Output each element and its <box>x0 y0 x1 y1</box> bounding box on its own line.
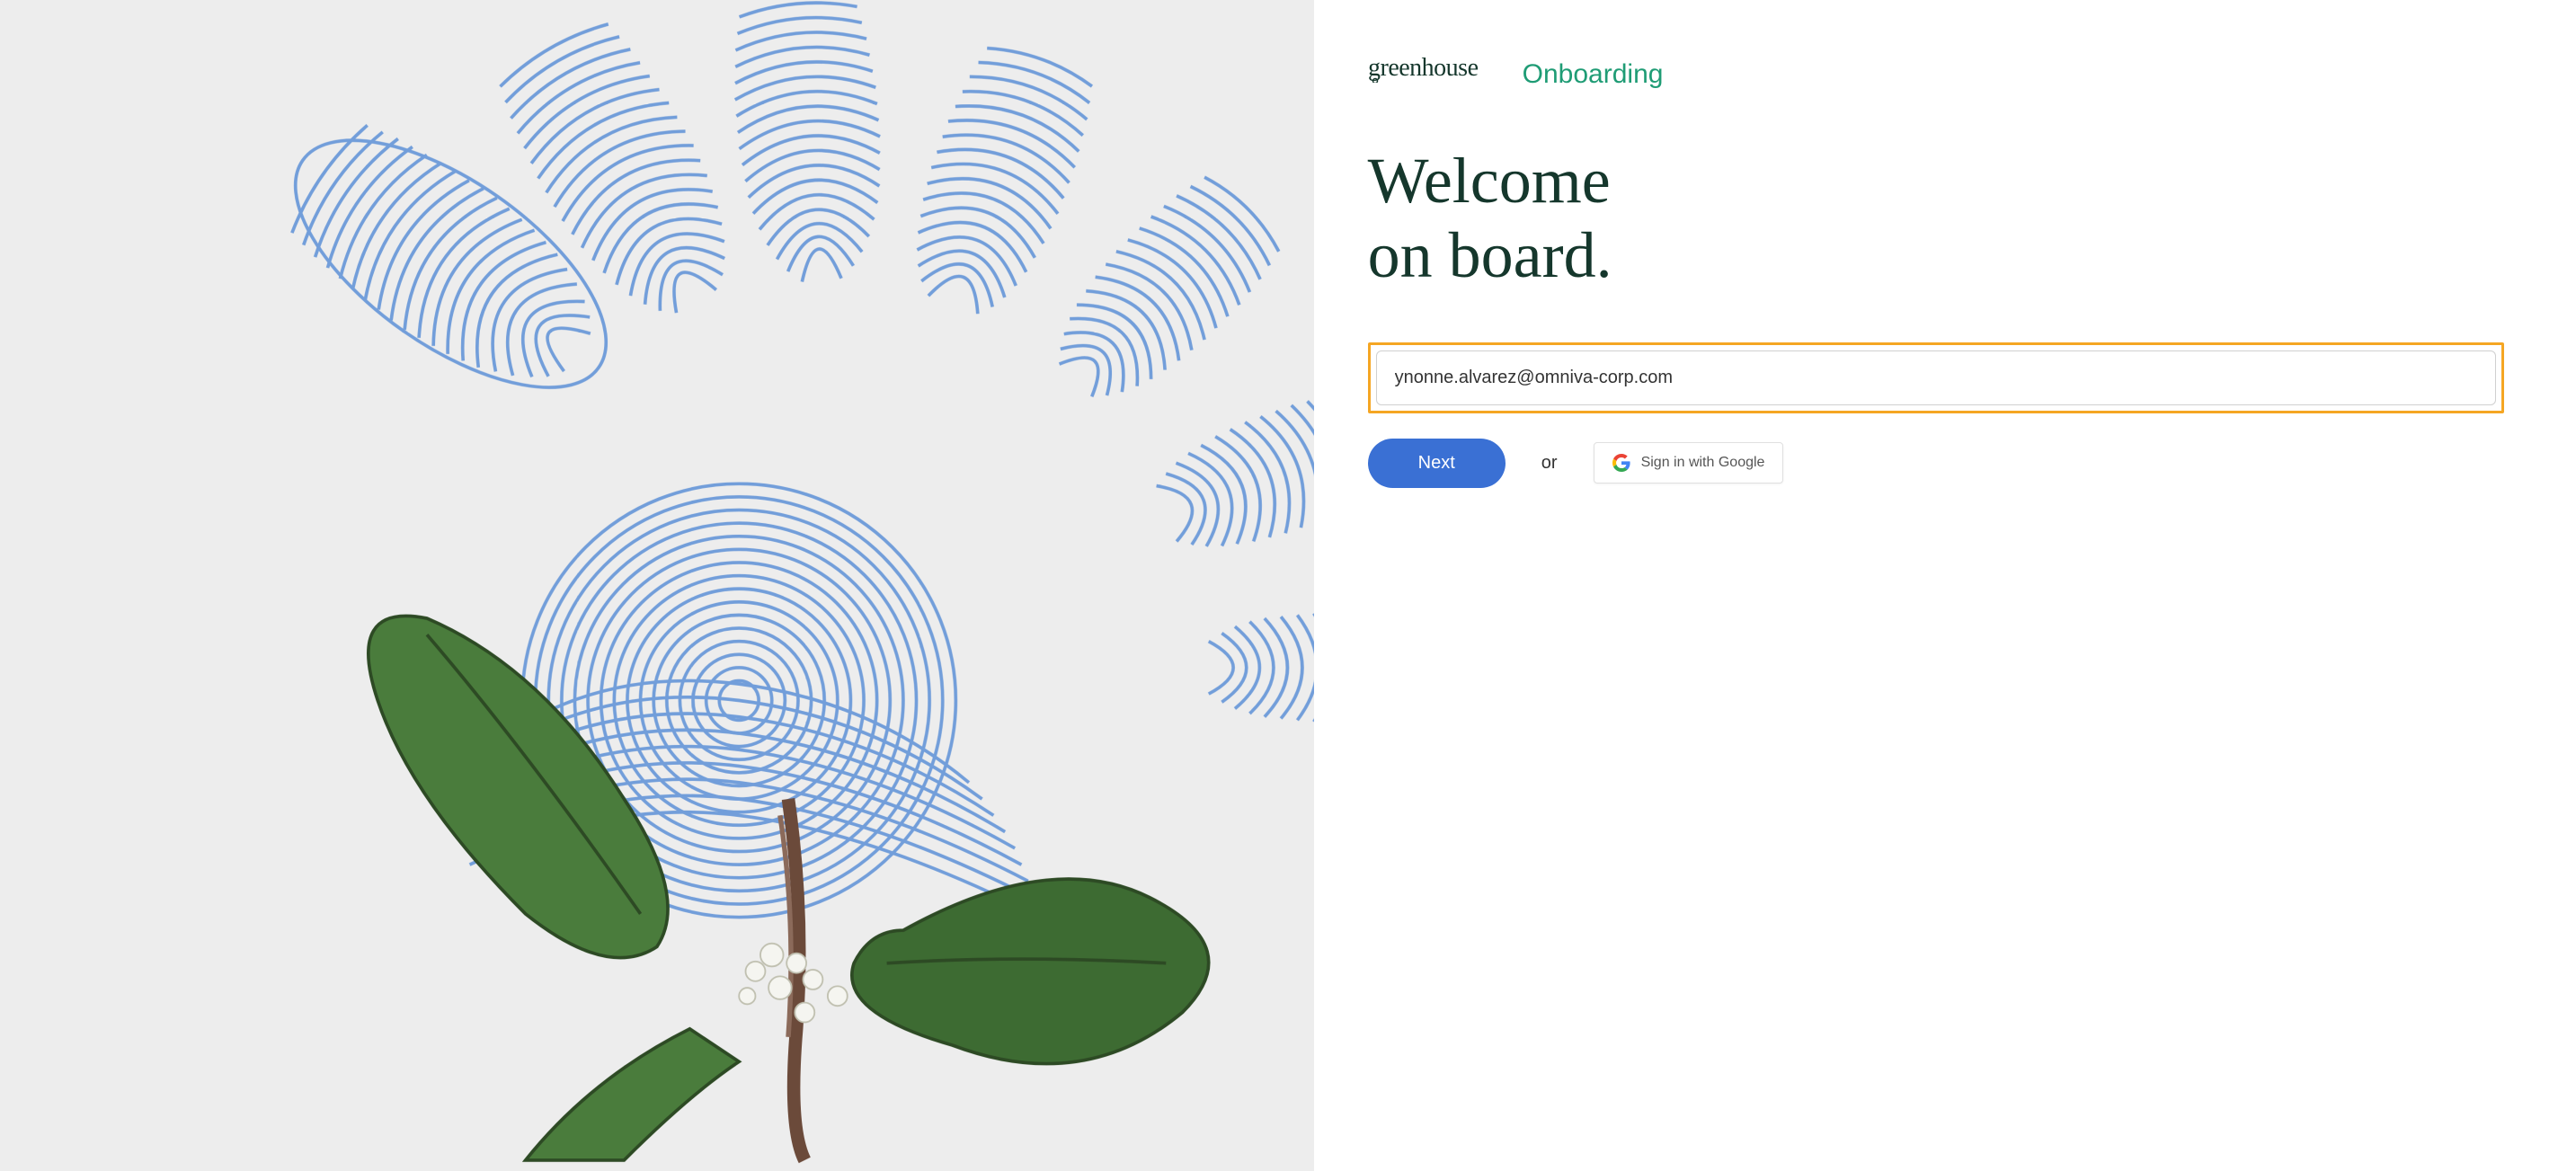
greenhouse-logo-text: greenhouse <box>1368 54 1512 90</box>
product-logo: greenhouse Onboarding <box>1368 54 2504 90</box>
or-separator: or <box>1541 453 1558 474</box>
login-form-panel: greenhouse Onboarding Welcome on board. … <box>1314 0 2576 1171</box>
next-button[interactable]: Next <box>1368 439 1506 488</box>
decorative-panel <box>0 0 1314 1171</box>
greenhouse-wordmark-icon: greenhouse <box>1368 54 1512 83</box>
email-input-highlight <box>1368 342 2504 413</box>
onboarding-product-name: Onboarding <box>1523 59 1664 90</box>
google-logo-icon <box>1612 454 1630 472</box>
google-signin-label: Sign in with Google <box>1641 455 1765 471</box>
google-signin-button[interactable]: Sign in with Google <box>1594 442 1784 483</box>
svg-text:greenhouse: greenhouse <box>1368 54 1479 82</box>
login-container: greenhouse Onboarding Welcome on board. … <box>0 0 2576 1171</box>
welcome-heading: Welcome on board. <box>1368 144 2504 293</box>
actions-row: Next or Sign in with Google <box>1368 439 2504 488</box>
email-input[interactable] <box>1376 350 2496 405</box>
botanical-illustration <box>0 0 1314 1171</box>
